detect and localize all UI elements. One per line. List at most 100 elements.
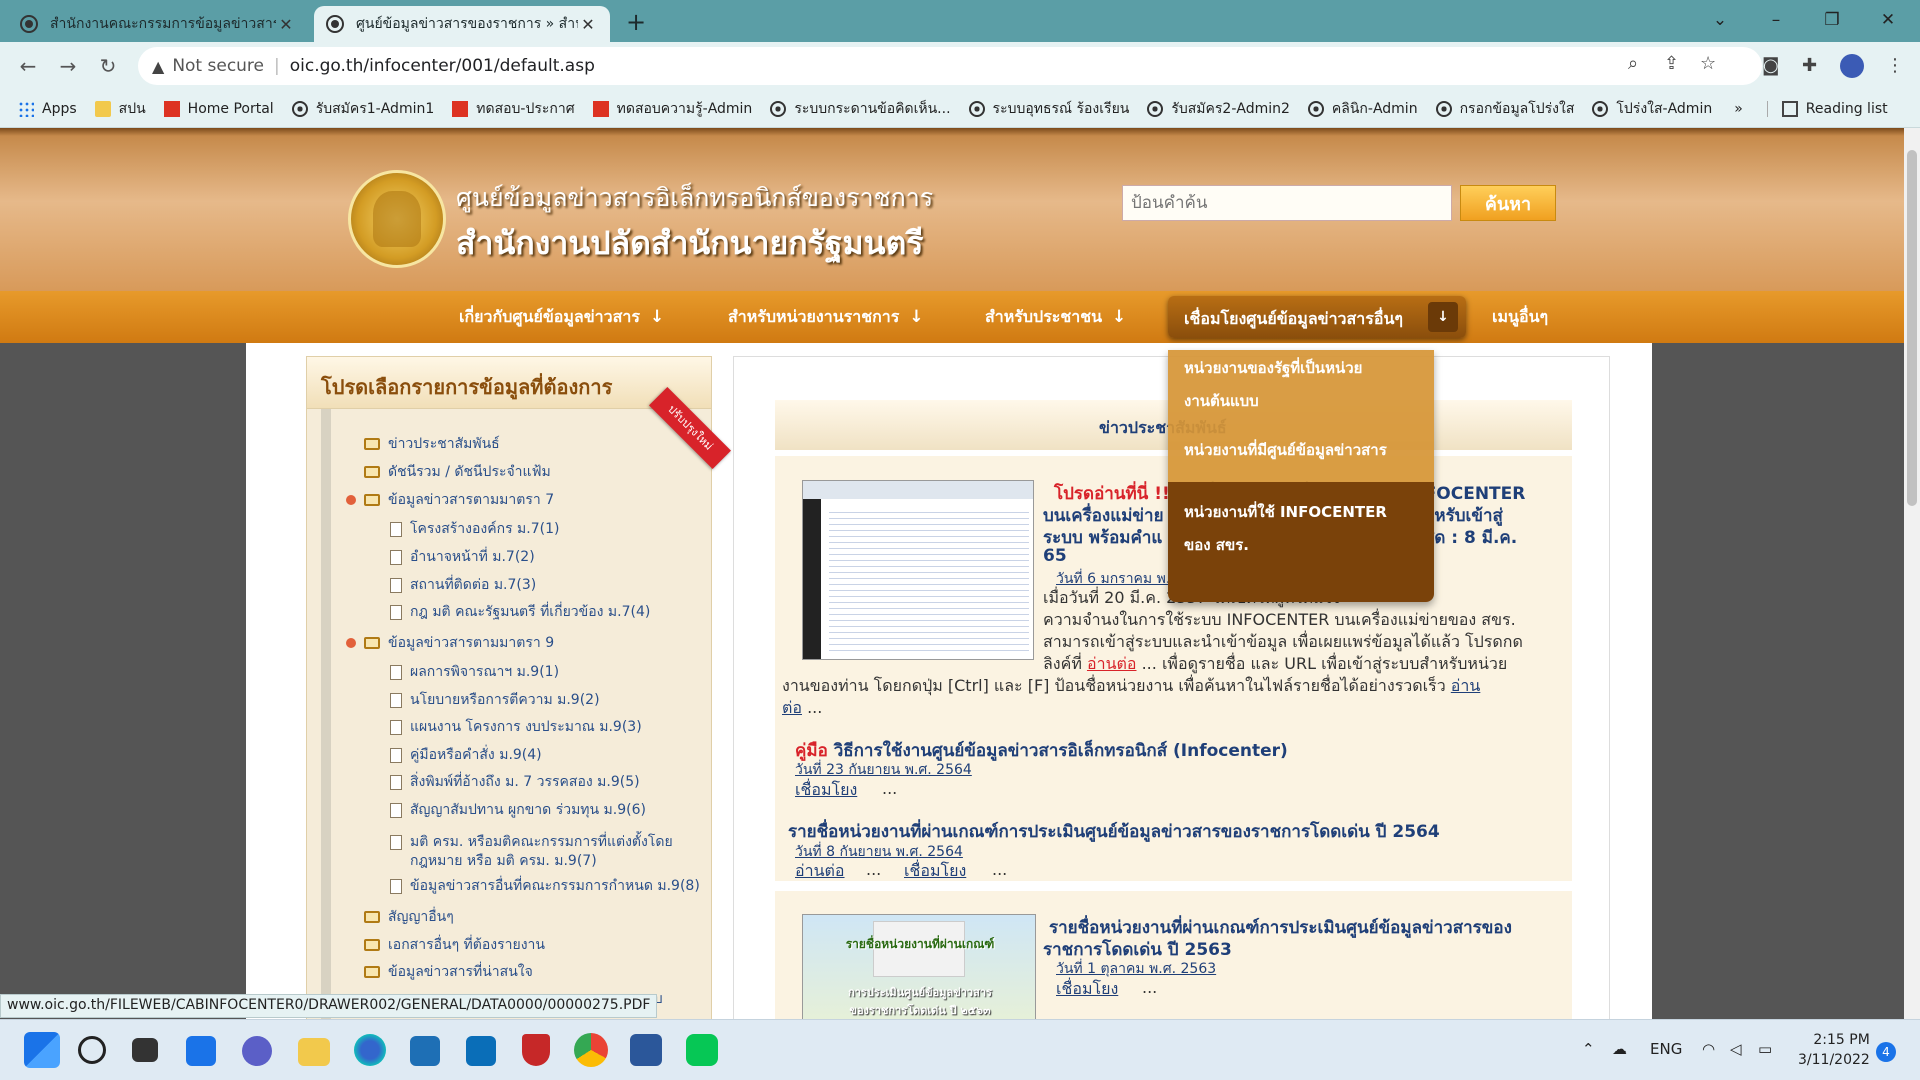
page-scrollbar[interactable]: [1904, 128, 1920, 1019]
bookmark-item[interactable]: คลินิก-Admin: [1307, 98, 1418, 120]
news-title[interactable]: 65: [1043, 546, 1067, 566]
security-app-icon[interactable]: [522, 1034, 550, 1066]
search-button[interactable]: ค้นหา: [1460, 185, 1556, 221]
clock[interactable]: 2:15 PM 3/11/2022: [1798, 1030, 1870, 1070]
scrollbar-thumb[interactable]: [1907, 150, 1917, 506]
back-icon[interactable]: ←: [12, 50, 44, 82]
minimize-button[interactable]: –: [1756, 4, 1796, 36]
chrome-icon[interactable]: [574, 1033, 608, 1067]
tree-item-doc[interactable]: แผนงาน โครงการ งบประมาณ ม.9(3): [390, 716, 642, 738]
nav-public[interactable]: สำหรับประชาชน ↓: [985, 305, 1126, 330]
link-button[interactable]: เชื่อมโยง: [795, 778, 857, 803]
nav-label: สำหรับประชาชน: [985, 307, 1103, 326]
globe-icon: [770, 100, 787, 117]
tree-item-section7[interactable]: ข้อมูลข่าวสารตามมาตรา 7: [346, 489, 554, 511]
edge-icon[interactable]: [354, 1034, 386, 1066]
link-button[interactable]: เชื่อมโยง: [1056, 977, 1118, 1002]
tree-item-contracts[interactable]: สัญญาอื่นๆ: [364, 906, 454, 928]
news-body-text: ... เพื่อดูรายชื่อ และ URL เพื่อเข้าสู่ร…: [1141, 654, 1508, 673]
tree-item-doc[interactable]: สิ่งพิมพ์ที่อ้างถึง ม. 7 วรรคสอง ม.9(5): [390, 771, 640, 793]
tree-item-doc[interactable]: อำนาจหน้าที่ ม.7(2): [390, 546, 535, 568]
start-button[interactable]: [24, 1032, 60, 1068]
dropdown-item-info-centers[interactable]: หน่วยงานที่มีศูนย์ข้อมูลข่าวสาร: [1168, 420, 1434, 482]
cloud-icon[interactable]: ☁: [1612, 1040, 1627, 1058]
link-button[interactable]: เชื่อมโยง: [904, 859, 966, 884]
chevron-up-icon[interactable]: ⌃: [1582, 1040, 1595, 1058]
news-thumbnail[interactable]: รายชื่อหน่วยงานที่ผ่านเกณฑ์ การประเมินศู…: [802, 914, 1036, 1019]
address-bar[interactable]: ▲ Not secure | oic.go.th/infocenter/001/…: [138, 47, 1762, 85]
store-icon[interactable]: [410, 1036, 440, 1066]
dropdown-item-model-agencies[interactable]: หน่วยงานของรัฐที่เป็นหน่วย งานต้นแบบ: [1168, 350, 1434, 420]
tree-item-doc[interactable]: สัญญาสัมปทาน ผูกขาด ร่วมทุน ม.9(6): [390, 799, 646, 821]
tab-infocenter[interactable]: ศูนย์ข้อมูลข่าวสารของราชการ » สำนัก ✕: [314, 6, 610, 42]
search-input[interactable]: [1122, 185, 1452, 221]
menu-icon[interactable]: ⋮: [1886, 55, 1904, 76]
tree-item-pr[interactable]: ข่าวประชาสัมพันธ์: [364, 433, 500, 455]
bookmark-item[interactable]: ทดสอบ-ประกาศ: [452, 98, 575, 120]
read-more-link[interactable]: อ่าน: [1451, 676, 1481, 695]
tree-item-doc-cont[interactable]: กฎหมาย หรือ มติ ครม. ม.9(7): [410, 850, 597, 872]
read-more-link[interactable]: อ่านต่อ: [1087, 654, 1137, 673]
extensions-icon[interactable]: ✚: [1802, 55, 1817, 76]
tree-item-doc[interactable]: คู่มือหรือคำสั่ง ม.9(4): [390, 744, 542, 766]
bookmark-item[interactable]: ระบบอุทธรณ์ ร้องเรียน: [968, 98, 1129, 120]
bookmark-item[interactable]: รับสมัคร1-Admin1: [291, 98, 434, 120]
tree-item-index[interactable]: ดัชนีรวม / ดัชนีประจำแฟ้ม: [364, 461, 551, 483]
search-icon[interactable]: [78, 1036, 106, 1064]
forward-icon[interactable]: →: [52, 50, 84, 82]
notification-badge[interactable]: 4: [1876, 1042, 1896, 1062]
restore-button[interactable]: ❐: [1812, 4, 1852, 36]
share-icon[interactable]: ⇪: [1664, 53, 1679, 74]
close-window-button[interactable]: ✕: [1868, 4, 1908, 36]
nav-about[interactable]: เกี่ยวกับศูนย์ข้อมูลข่าวสาร ↓: [459, 305, 664, 330]
bookmark-item[interactable]: ทดสอบความรู้-Admin: [592, 98, 752, 120]
file-explorer-icon[interactable]: [298, 1038, 330, 1066]
volume-icon[interactable]: ◁: [1730, 1040, 1742, 1058]
reading-list-button[interactable]: Reading list: [1766, 100, 1888, 117]
tree-item-doc[interactable]: ผลการพิจารณาฯ ม.9(1): [390, 661, 559, 683]
reload-icon[interactable]: ↻: [92, 50, 124, 82]
nav-other[interactable]: เมนูอื่นๆ: [1492, 305, 1548, 330]
language-indicator[interactable]: ENG: [1650, 1040, 1682, 1058]
bookmark-apps[interactable]: Apps: [18, 100, 77, 117]
zoom-icon[interactable]: ⌕: [1628, 53, 1638, 74]
profile-avatar[interactable]: [1840, 54, 1864, 78]
close-tab-icon[interactable]: ✕: [578, 15, 598, 34]
bookmark-item[interactable]: กรอกข้อมูลโปร่งใส: [1435, 98, 1574, 120]
news-thumbnail[interactable]: [802, 480, 1034, 660]
tree-item-reports[interactable]: เอกสารอื่นๆ ที่ต้องรายงาน: [364, 934, 545, 956]
tree-item-doc[interactable]: นโยบายหรือการตีความ ม.9(2): [390, 689, 600, 711]
widgets-icon[interactable]: [186, 1036, 216, 1066]
app-icon[interactable]: [466, 1036, 496, 1066]
task-view-icon[interactable]: [132, 1038, 158, 1062]
tree-item-doc[interactable]: ข้อมูลข่าวสารอื่นที่คณะกรรมการกำหนด ม.9(…: [390, 875, 700, 897]
tree-item-interesting[interactable]: ข้อมูลข่าวสารที่น่าสนใจ: [364, 961, 533, 983]
line-icon[interactable]: [686, 1034, 718, 1066]
bookmark-item[interactable]: รับสมัคร2-Admin2: [1147, 98, 1290, 120]
read-more-link[interactable]: อ่านต่อ: [795, 859, 845, 884]
wifi-icon[interactable]: ◠: [1702, 1040, 1715, 1058]
camera-icon[interactable]: ◙: [1762, 55, 1779, 76]
tree-item-doc[interactable]: โครงสร้างองค์กร ม.7(1): [390, 518, 559, 540]
tree-item-doc[interactable]: สถานที่ติดต่อ ม.7(3): [390, 574, 536, 596]
bookmark-item[interactable]: โปร่งใส-Admin: [1592, 98, 1712, 120]
battery-icon[interactable]: ▭: [1758, 1040, 1772, 1058]
tab-search-icon[interactable]: ⌄: [1700, 4, 1740, 36]
nav-links-active[interactable]: เชื่อมโยงศูนย์ข้อมูลข่าวสารอื่นๆ ↓: [1168, 296, 1466, 338]
tree-item-label: สถานที่ติดต่อ ม.7(3): [410, 577, 537, 593]
nav-government[interactable]: สำหรับหน่วยงานราชการ ↓: [728, 305, 924, 330]
bookmark-item[interactable]: ระบบกระดานข้อคิดเห็น...: [770, 98, 951, 120]
chat-icon[interactable]: [242, 1036, 272, 1066]
tree-item-doc[interactable]: กฎ มติ คณะรัฐมนตรี ที่เกี่ยวข้อง ม.7(4): [390, 601, 650, 623]
new-tab-button[interactable]: +: [622, 8, 650, 36]
tree-item-section9[interactable]: ข้อมูลข่าวสารตามมาตรา 9: [346, 632, 554, 654]
word-icon[interactable]: [630, 1034, 662, 1066]
bookmark-item[interactable]: Home Portal: [163, 100, 274, 117]
read-more-link[interactable]: ต่อ: [782, 698, 802, 717]
close-tab-icon[interactable]: ✕: [276, 15, 296, 34]
tab-oic[interactable]: สำนักงานคณะกรรมการข้อมูลข่าวสาร ✕: [8, 6, 308, 42]
bookmarks-more-button[interactable]: »: [1734, 101, 1743, 117]
bookmark-folder[interactable]: สปน: [94, 98, 146, 120]
dropdown-item-infocenter-users[interactable]: หน่วยงานที่ใช้ INFOCENTER ของ สขร.: [1168, 482, 1434, 602]
bookmark-star-icon[interactable]: ☆: [1700, 53, 1716, 74]
